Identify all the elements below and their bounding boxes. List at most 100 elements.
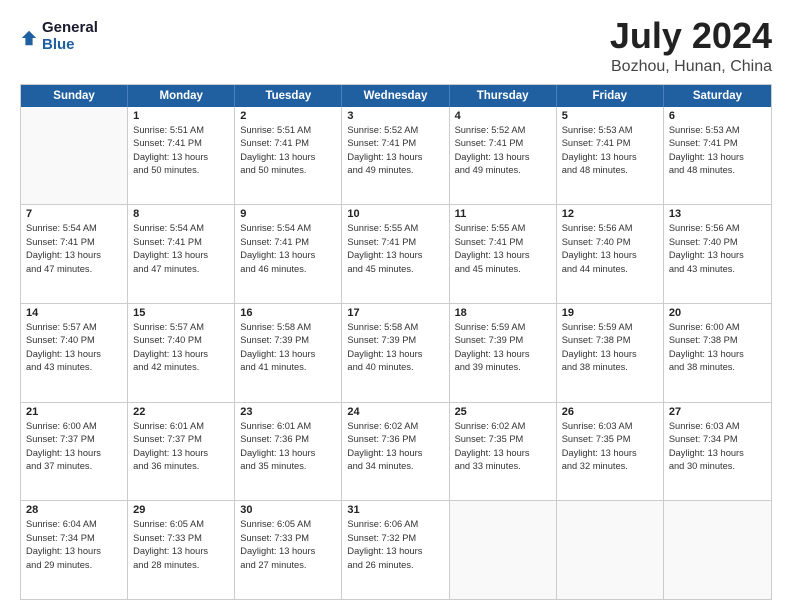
cal-empty: [557, 501, 664, 599]
day-info: Sunrise: 6:00 AM Sunset: 7:37 PM Dayligh…: [26, 420, 122, 474]
day-info: Sunrise: 6:01 AM Sunset: 7:36 PM Dayligh…: [240, 420, 336, 474]
logo-blue: Blue: [42, 37, 98, 54]
cal-day-31: 31 Sunrise: 6:06 AM Sunset: 7:32 PM Dayli…: [342, 501, 449, 599]
cal-week-1: 1 Sunrise: 5:51 AM Sunset: 7:41 PM Daylig…: [21, 107, 771, 206]
day-info: Sunrise: 6:02 AM Sunset: 7:36 PM Dayligh…: [347, 420, 443, 474]
day-number: 8: [133, 208, 229, 220]
day-info: Sunrise: 5:55 AM Sunset: 7:41 PM Dayligh…: [347, 222, 443, 276]
calendar: SundayMondayTuesdayWednesdayThursdayFrid…: [20, 84, 772, 600]
cal-day-16: 16 Sunrise: 5:58 AM Sunset: 7:39 PM Dayli…: [235, 304, 342, 402]
day-info: Sunrise: 6:05 AM Sunset: 7:33 PM Dayligh…: [240, 518, 336, 572]
day-info: Sunrise: 5:57 AM Sunset: 7:40 PM Dayligh…: [133, 321, 229, 375]
day-info: Sunrise: 5:53 AM Sunset: 7:41 PM Dayligh…: [562, 124, 658, 178]
day-number: 18: [455, 307, 551, 319]
day-number: 21: [26, 406, 122, 418]
day-number: 10: [347, 208, 443, 220]
cal-day-20: 20 Sunrise: 6:00 AM Sunset: 7:38 PM Dayli…: [664, 304, 771, 402]
day-number: 1: [133, 110, 229, 122]
logo: General Blue: [20, 20, 98, 53]
day-info: Sunrise: 6:01 AM Sunset: 7:37 PM Dayligh…: [133, 420, 229, 474]
logo-icon: [20, 29, 38, 47]
day-number: 6: [669, 110, 766, 122]
day-info: Sunrise: 6:02 AM Sunset: 7:35 PM Dayligh…: [455, 420, 551, 474]
logo-general: General: [42, 20, 98, 37]
day-number: 5: [562, 110, 658, 122]
day-number: 4: [455, 110, 551, 122]
cal-day-10: 10 Sunrise: 5:55 AM Sunset: 7:41 PM Dayli…: [342, 205, 449, 303]
cal-empty: [21, 107, 128, 205]
cal-day-17: 17Sunrise: 5:58 AM Sunset: 7:39 PM Dayli…: [342, 304, 449, 402]
day-info: Sunrise: 6:03 AM Sunset: 7:35 PM Dayligh…: [562, 420, 658, 474]
cal-day-28: 28Sunrise: 6:04 AM Sunset: 7:34 PM Dayli…: [21, 501, 128, 599]
cal-day-27: 27 Sunrise: 6:03 AM Sunset: 7:34 PM Dayli…: [664, 403, 771, 501]
day-number: 20: [669, 307, 766, 319]
day-number: 16: [240, 307, 336, 319]
day-info: Sunrise: 5:51 AM Sunset: 7:41 PM Dayligh…: [240, 124, 336, 178]
cal-day-26: 26 Sunrise: 6:03 AM Sunset: 7:35 PM Dayli…: [557, 403, 664, 501]
day-info: Sunrise: 5:59 AM Sunset: 7:39 PM Dayligh…: [455, 321, 551, 375]
title-block: July 2024 Bozhou, Hunan, China: [610, 16, 772, 76]
cal-day-7: 7Sunrise: 5:54 AM Sunset: 7:41 PM Daylig…: [21, 205, 128, 303]
day-number: 28: [26, 504, 122, 516]
day-info: Sunrise: 5:54 AM Sunset: 7:41 PM Dayligh…: [240, 222, 336, 276]
day-number: 31: [347, 504, 443, 516]
cal-day-1: 1Sunrise: 5:51 AM Sunset: 7:41 PM Daylig…: [128, 107, 235, 205]
day-info: Sunrise: 5:53 AM Sunset: 7:41 PM Dayligh…: [669, 124, 766, 178]
cal-header-friday: Friday: [557, 85, 664, 107]
cal-day-8: 8 Sunrise: 5:54 AM Sunset: 7:41 PM Daylig…: [128, 205, 235, 303]
cal-day-12: 12Sunrise: 5:56 AM Sunset: 7:40 PM Dayli…: [557, 205, 664, 303]
cal-day-18: 18 Sunrise: 5:59 AM Sunset: 7:39 PM Dayli…: [450, 304, 557, 402]
day-info: Sunrise: 5:52 AM Sunset: 7:41 PM Dayligh…: [455, 124, 551, 178]
cal-day-6: 6 Sunrise: 5:53 AM Sunset: 7:41 PM Daylig…: [664, 107, 771, 205]
day-info: Sunrise: 5:57 AM Sunset: 7:40 PM Dayligh…: [26, 321, 122, 375]
cal-day-22: 22Sunrise: 6:01 AM Sunset: 7:37 PM Dayli…: [128, 403, 235, 501]
main-title: July 2024: [610, 16, 772, 56]
day-number: 13: [669, 208, 766, 220]
day-info: Sunrise: 5:58 AM Sunset: 7:39 PM Dayligh…: [347, 321, 443, 375]
day-info: Sunrise: 6:06 AM Sunset: 7:32 PM Dayligh…: [347, 518, 443, 572]
cal-day-5: 5 Sunrise: 5:53 AM Sunset: 7:41 PM Daylig…: [557, 107, 664, 205]
cal-week-2: 7Sunrise: 5:54 AM Sunset: 7:41 PM Daylig…: [21, 205, 771, 304]
page: General Blue July 2024 Bozhou, Hunan, Ch…: [0, 0, 792, 612]
day-info: Sunrise: 6:00 AM Sunset: 7:38 PM Dayligh…: [669, 321, 766, 375]
cal-header-sunday: Sunday: [21, 85, 128, 107]
day-number: 15: [133, 307, 229, 319]
day-info: Sunrise: 5:59 AM Sunset: 7:38 PM Dayligh…: [562, 321, 658, 375]
cal-header-wednesday: Wednesday: [342, 85, 449, 107]
cal-header-saturday: Saturday: [664, 85, 771, 107]
day-info: Sunrise: 5:54 AM Sunset: 7:41 PM Dayligh…: [133, 222, 229, 276]
day-info: Sunrise: 5:54 AM Sunset: 7:41 PM Dayligh…: [26, 222, 122, 276]
cal-day-25: 25Sunrise: 6:02 AM Sunset: 7:35 PM Dayli…: [450, 403, 557, 501]
cal-week-4: 21 Sunrise: 6:00 AM Sunset: 7:37 PM Dayli…: [21, 403, 771, 502]
cal-day-23: 23Sunrise: 6:01 AM Sunset: 7:36 PM Dayli…: [235, 403, 342, 501]
cal-day-3: 3 Sunrise: 5:52 AM Sunset: 7:41 PM Daylig…: [342, 107, 449, 205]
day-number: 12: [562, 208, 658, 220]
day-number: 26: [562, 406, 658, 418]
day-number: 3: [347, 110, 443, 122]
cal-day-21: 21 Sunrise: 6:00 AM Sunset: 7:37 PM Dayli…: [21, 403, 128, 501]
cal-day-9: 9Sunrise: 5:54 AM Sunset: 7:41 PM Daylig…: [235, 205, 342, 303]
cal-week-5: 28Sunrise: 6:04 AM Sunset: 7:34 PM Dayli…: [21, 501, 771, 599]
cal-day-29: 29 Sunrise: 6:05 AM Sunset: 7:33 PM Dayli…: [128, 501, 235, 599]
day-info: Sunrise: 5:55 AM Sunset: 7:41 PM Dayligh…: [455, 222, 551, 276]
day-info: Sunrise: 5:52 AM Sunset: 7:41 PM Dayligh…: [347, 124, 443, 178]
day-info: Sunrise: 6:05 AM Sunset: 7:33 PM Dayligh…: [133, 518, 229, 572]
cal-day-4: 4 Sunrise: 5:52 AM Sunset: 7:41 PM Daylig…: [450, 107, 557, 205]
cal-day-14: 14Sunrise: 5:57 AM Sunset: 7:40 PM Dayli…: [21, 304, 128, 402]
cal-day-24: 24 Sunrise: 6:02 AM Sunset: 7:36 PM Dayli…: [342, 403, 449, 501]
cal-header-monday: Monday: [128, 85, 235, 107]
day-number: 29: [133, 504, 229, 516]
cal-day-11: 11 Sunrise: 5:55 AM Sunset: 7:41 PM Dayli…: [450, 205, 557, 303]
day-number: 27: [669, 406, 766, 418]
day-number: 24: [347, 406, 443, 418]
day-number: 11: [455, 208, 551, 220]
cal-empty: [450, 501, 557, 599]
day-info: Sunrise: 5:56 AM Sunset: 7:40 PM Dayligh…: [669, 222, 766, 276]
calendar-header-row: SundayMondayTuesdayWednesdayThursdayFrid…: [21, 85, 771, 107]
day-number: 19: [562, 307, 658, 319]
cal-day-15: 15 Sunrise: 5:57 AM Sunset: 7:40 PM Dayli…: [128, 304, 235, 402]
header: General Blue July 2024 Bozhou, Hunan, Ch…: [20, 16, 772, 76]
day-info: Sunrise: 5:58 AM Sunset: 7:39 PM Dayligh…: [240, 321, 336, 375]
cal-day-13: 13 Sunrise: 5:56 AM Sunset: 7:40 PM Dayli…: [664, 205, 771, 303]
day-info: Sunrise: 6:03 AM Sunset: 7:34 PM Dayligh…: [669, 420, 766, 474]
